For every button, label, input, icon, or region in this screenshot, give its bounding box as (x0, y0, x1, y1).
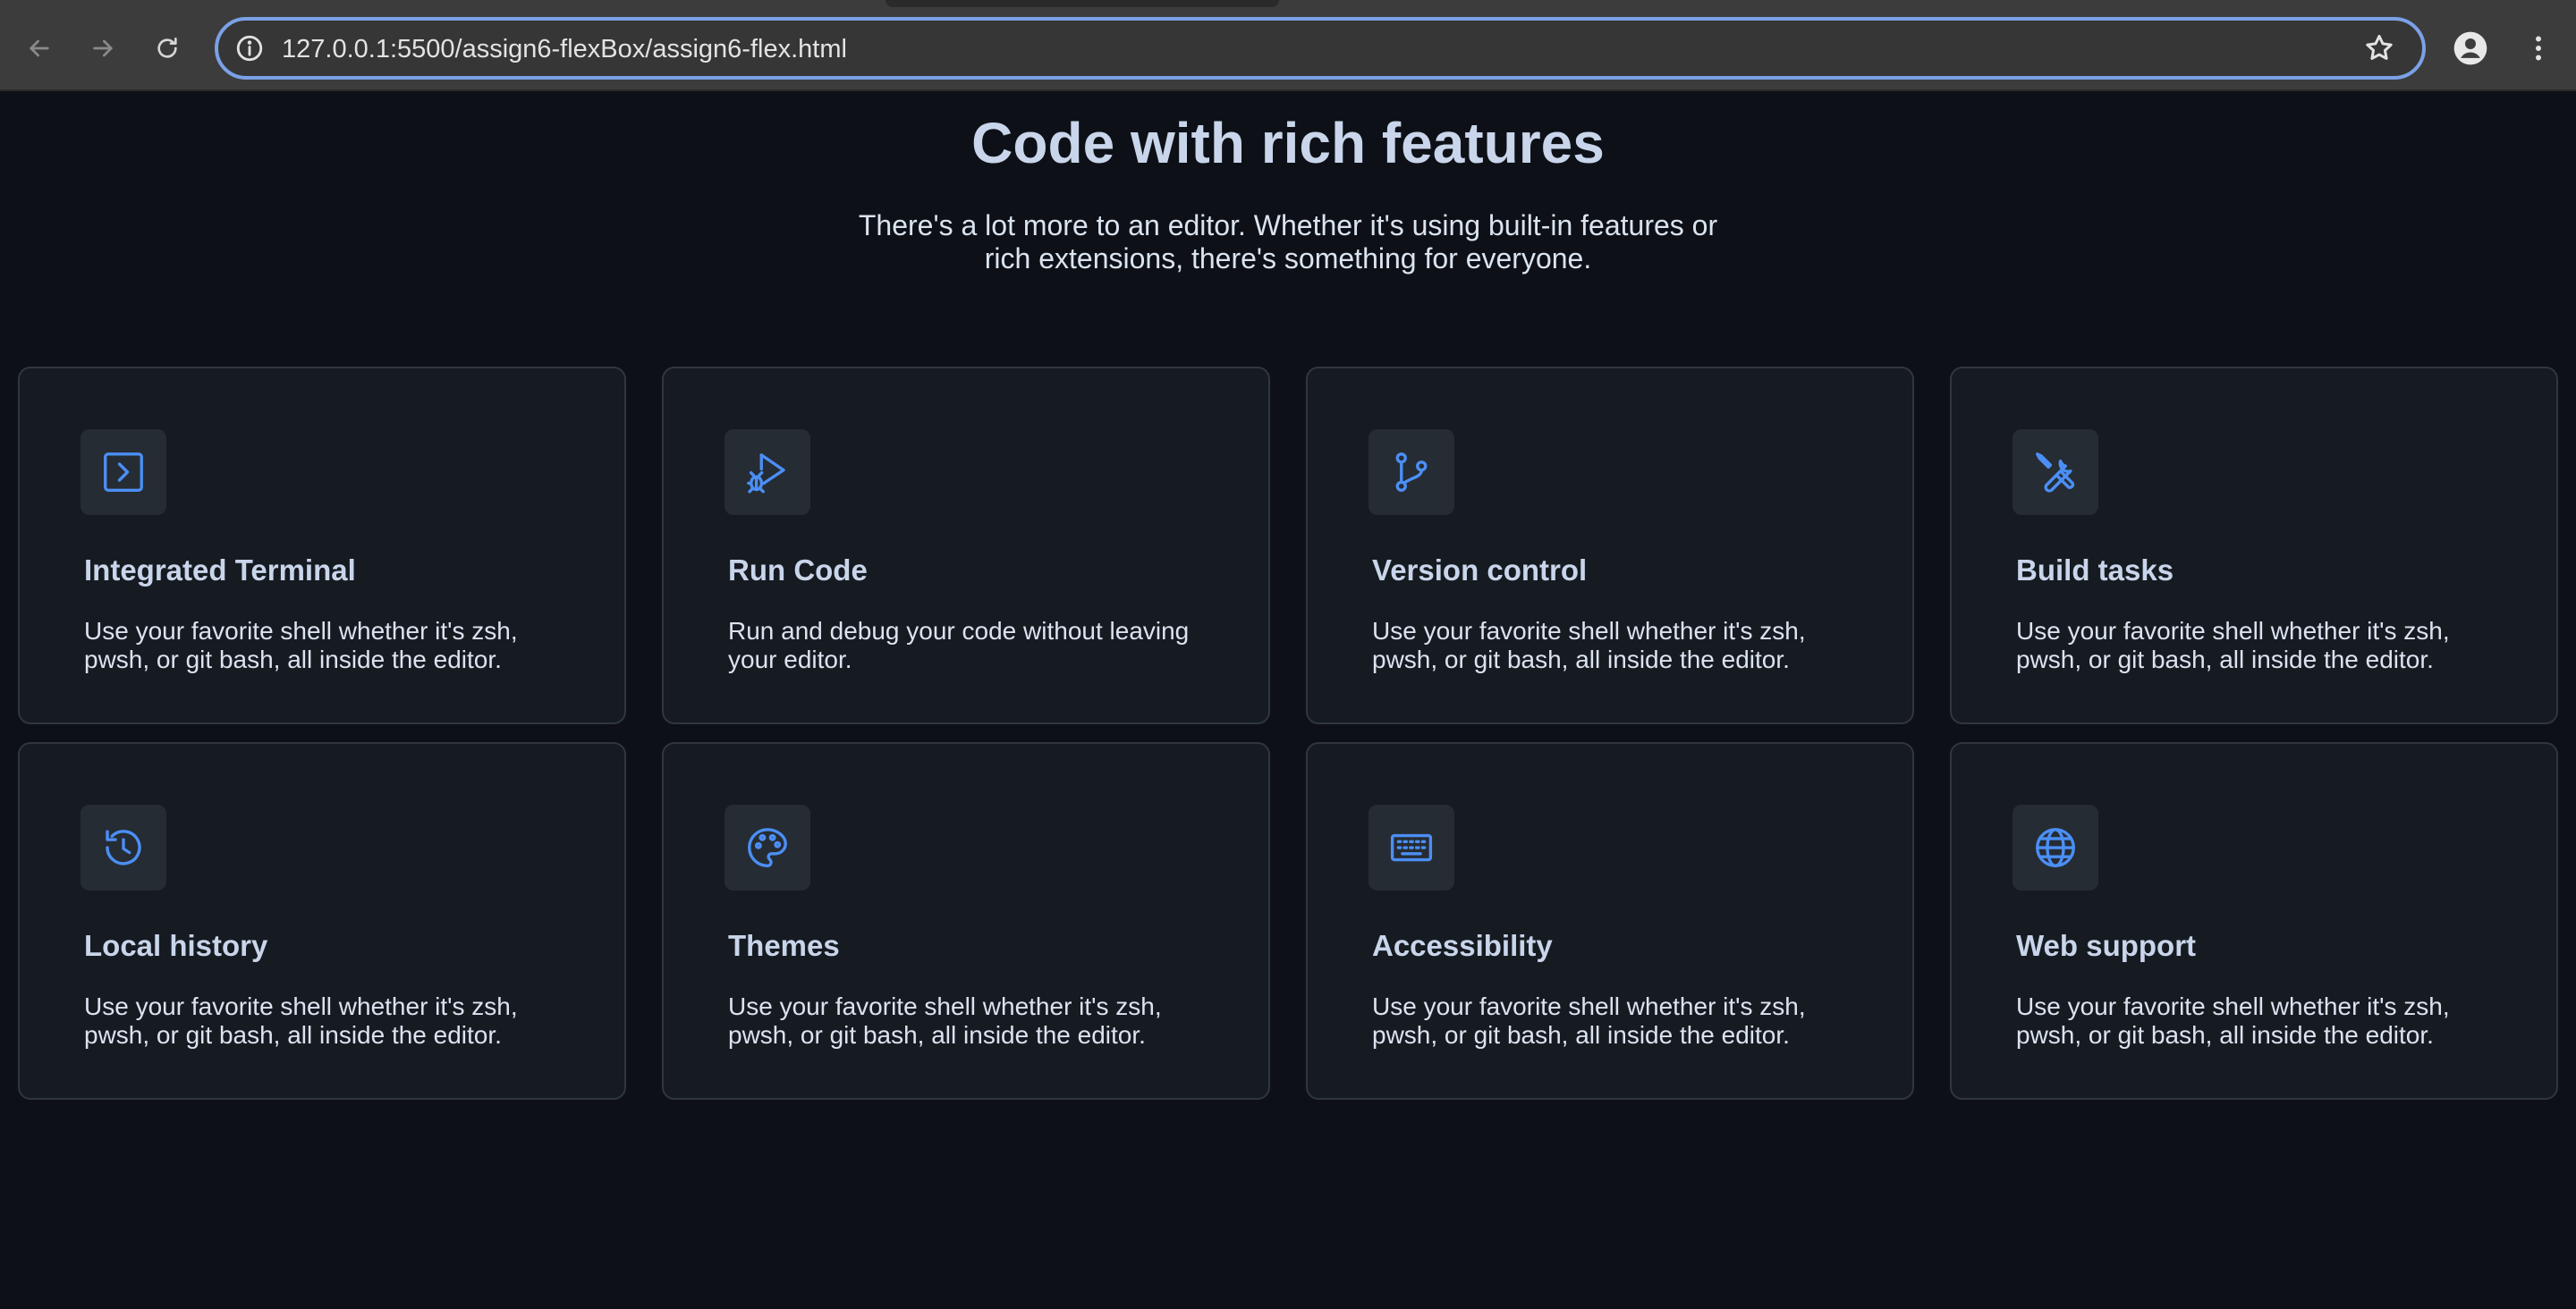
feature-description: Use your favorite shell whether it's zsh… (84, 617, 518, 673)
feature-icon-box (2012, 429, 2098, 515)
feature-icon-box (724, 805, 810, 891)
forward-button[interactable] (81, 27, 124, 70)
browser-toolbar: 127.0.0.1:5500/assign6-flexBox/assign6-f… (0, 0, 2576, 91)
feature-card-run-code: Run Code Run and debug your code without… (662, 367, 1270, 724)
feature-title: Integrated Terminal (84, 553, 356, 587)
feature-icon-box (80, 429, 166, 515)
feature-icon-box (80, 805, 166, 891)
feature-description: Use your favorite shell whether it's zsh… (728, 992, 1162, 1049)
feature-icon-box (1368, 805, 1454, 891)
git-branch-icon (1395, 452, 1428, 492)
run-debug-icon (747, 453, 785, 494)
feature-title: Local history (84, 929, 268, 962)
feature-description: Use your favorite shell whether it's zsh… (2016, 992, 2450, 1049)
feature-card-themes: Themes Use your favorite shell whether i… (662, 742, 1270, 1100)
feature-title: Version control (1372, 553, 1588, 587)
feature-card-accessibility: Accessibility Use your favorite shell wh… (1306, 742, 1914, 1100)
feature-description: Use your favorite shell whether it's zsh… (84, 992, 518, 1049)
terminal-icon (104, 452, 143, 492)
feature-icon-box (724, 429, 810, 515)
feature-icon-box (2012, 805, 2098, 891)
feature-icon-box (1368, 429, 1454, 515)
tab-strip-edge (886, 0, 1279, 7)
feature-title: Themes (728, 929, 840, 962)
feature-card-build-tasks: Build tasks Use your favorite shell whet… (1950, 367, 2558, 724)
url-text[interactable]: 127.0.0.1:5500/assign6-flexBox/assign6-f… (282, 34, 847, 64)
feature-card-integrated-terminal: Integrated Terminal Use your favorite sh… (18, 367, 626, 724)
back-arrow-icon (30, 39, 49, 57)
feature-card-local-history: Local history Use your favorite shell wh… (18, 742, 626, 1100)
profile-icon[interactable] (2453, 30, 2488, 66)
page-subtitle: There's a lot more to an editor. Whether… (858, 209, 1718, 274)
address-bar[interactable]: 127.0.0.1:5500/assign6-flexBox/assign6-f… (215, 17, 2426, 80)
palette-icon (748, 828, 787, 867)
keyboard-icon (1390, 833, 1433, 862)
globe-icon (2036, 828, 2075, 867)
reload-icon (157, 38, 177, 58)
page-title: Code with rich features (971, 111, 1605, 175)
reload-button[interactable] (146, 27, 189, 70)
feature-title: Build tasks (2016, 553, 2174, 587)
star-icon[interactable] (2363, 32, 2395, 64)
more-vert-icon[interactable] (2522, 30, 2555, 66)
feature-description: Run and debug your code without leaving … (728, 617, 1190, 673)
history-icon (106, 830, 141, 866)
feature-title: Accessibility (1372, 929, 1553, 962)
feature-description: Use your favorite shell whether it's zsh… (2016, 617, 2450, 673)
forward-arrow-icon (93, 39, 113, 57)
page-content: Code with rich features There's a lot mo… (0, 91, 2576, 1309)
back-button[interactable] (18, 27, 61, 70)
feature-card-web-support: Web support Use your favorite shell whet… (1950, 742, 2558, 1100)
feature-description: Use your favorite shell whether it's zsh… (1372, 617, 1806, 673)
tools-icon (2036, 452, 2075, 493)
feature-description: Use your favorite shell whether it's zsh… (1372, 992, 1806, 1049)
info-icon[interactable] (234, 33, 265, 63)
feature-card-version-control: Version control Use your favorite shell … (1306, 367, 1914, 724)
feature-title: Web support (2016, 929, 2197, 962)
feature-title: Run Code (728, 553, 868, 587)
